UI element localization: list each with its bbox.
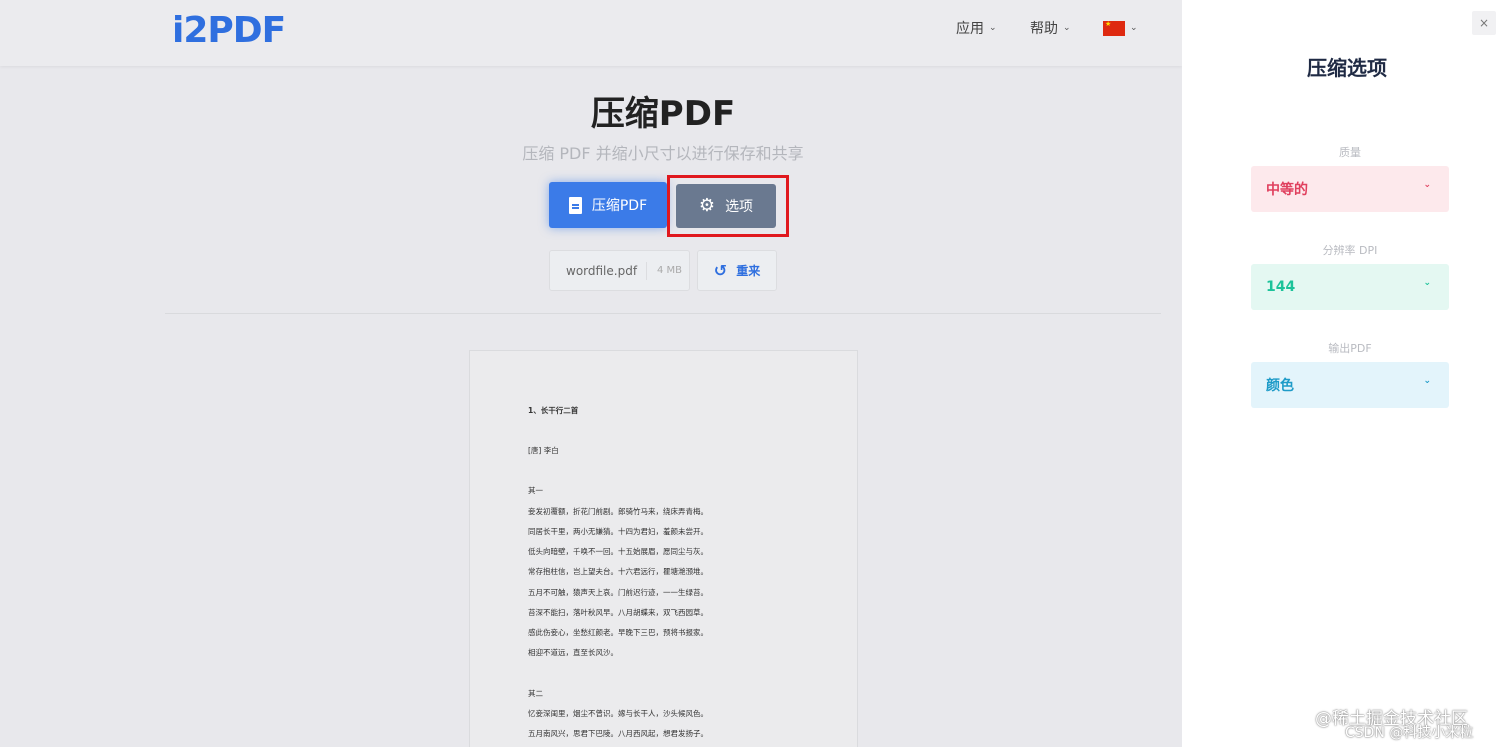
nav-help-menu[interactable]: 帮助 ⌄ (1030, 18, 1071, 38)
china-flag-icon (1103, 20, 1125, 36)
doc-line: 五月南风兴，思君下巴陵。八月西风起，想君发扬子。 (528, 729, 708, 738)
file-size: 4 MB (646, 261, 682, 280)
main-area: i2PDF 应用 ⌄ 帮助 ⌄ ⌄ 压缩PDF 压缩 PDF 并缩小尺寸以进行保… (0, 0, 1182, 747)
chevron-down-icon: ⌄ (1130, 23, 1138, 33)
nav-help-label: 帮助 (1030, 21, 1058, 37)
quality-value: 中等的 (1266, 182, 1308, 198)
language-selector[interactable]: ⌄ (1103, 18, 1138, 38)
highlight-annotation-box (667, 175, 789, 237)
compress-pdf-button[interactable]: 压缩PDF (549, 182, 667, 228)
doc-line: 相迎不道远，直至长风沙。 (528, 648, 618, 657)
top-navbar: i2PDF 应用 ⌄ 帮助 ⌄ ⌄ (0, 0, 1182, 66)
doc-line: 苔深不能扫，落叶秋风早。八月胡蝶来，双飞西园草。 (528, 608, 708, 617)
doc-line: 五月不可触，猿声天上哀。门前迟行迹，一一生绿苔。 (528, 588, 708, 597)
doc-line: 感此伤妾心，坐愁红颜老。早晚下三巴，预将书报家。 (528, 628, 708, 637)
chevron-down-icon: ⌄ (1423, 376, 1431, 386)
compress-button-label: 压缩PDF (591, 198, 648, 214)
divider (165, 313, 1161, 314)
watermark-text-secondary: CSDN @科技小米粒 (1345, 725, 1474, 741)
uploaded-file-chip: wordfile.pdf 4 MB (549, 250, 690, 291)
quality-select[interactable]: 中等的 ⌄ (1251, 166, 1449, 212)
doc-line: 妾发初覆额，折花门前剧。郎骑竹马来，绕床弄青梅。 (528, 507, 708, 516)
chevron-down-icon: ⌄ (1063, 23, 1071, 33)
file-icon (568, 196, 582, 214)
chevron-down-icon: ⌄ (989, 23, 997, 33)
doc-heading: 1、长干行二首 (528, 406, 579, 415)
page-title: 压缩PDF (590, 94, 736, 134)
reset-button[interactable]: ↺ 重来 (697, 250, 777, 291)
output-pdf-label: 输出PDF (1328, 342, 1372, 355)
output-pdf-select[interactable]: 颜色 ⌄ (1251, 362, 1449, 408)
doc-line: 其二 (528, 689, 543, 698)
logo[interactable]: i2PDF (172, 10, 286, 51)
doc-line: 忆妾深闺里，烟尘不曾识。嫁与长干人，沙头候风色。 (528, 709, 708, 718)
doc-line: 常存抱柱信，岂上望夫台。十六君远行，瞿塘滟滪堆。 (528, 567, 708, 576)
dpi-label: 分辨率 DPI (1322, 244, 1378, 257)
reset-button-label: 重来 (736, 264, 761, 278)
doc-line: 同居长干里，两小无嫌猜。十四为君妇，羞颜未尝开。 (528, 527, 708, 536)
page-subtitle: 压缩 PDF 并缩小尺寸以进行保存和共享 (522, 144, 804, 163)
doc-line: [唐] 李白 (528, 446, 559, 455)
pdf-preview-page: 1、长干行二首 [唐] 李白 其一 妾发初覆额，折花门前剧。郎骑竹马来，绕床弄青… (469, 350, 858, 747)
doc-line: 低头向暗壁，千唤不一回。十五始展眉，愿同尘与灰。 (528, 547, 708, 556)
undo-icon: ↺ (713, 261, 728, 280)
panel-title: 压缩选项 (1307, 56, 1387, 80)
nav-apps-label: 应用 (956, 21, 984, 37)
close-icon: × (1478, 16, 1490, 30)
close-panel-button[interactable]: × (1472, 11, 1496, 35)
quality-label: 质量 (1339, 146, 1361, 159)
dpi-select[interactable]: 144 ⌄ (1251, 264, 1449, 310)
file-name: wordfile.pdf (566, 263, 638, 278)
nav-apps-menu[interactable]: 应用 ⌄ (956, 18, 997, 38)
chevron-down-icon: ⌄ (1423, 278, 1431, 288)
output-pdf-value: 颜色 (1266, 378, 1294, 394)
dpi-value: 144 (1266, 279, 1296, 295)
chevron-down-icon: ⌄ (1423, 180, 1431, 190)
doc-line: 其一 (528, 486, 543, 495)
